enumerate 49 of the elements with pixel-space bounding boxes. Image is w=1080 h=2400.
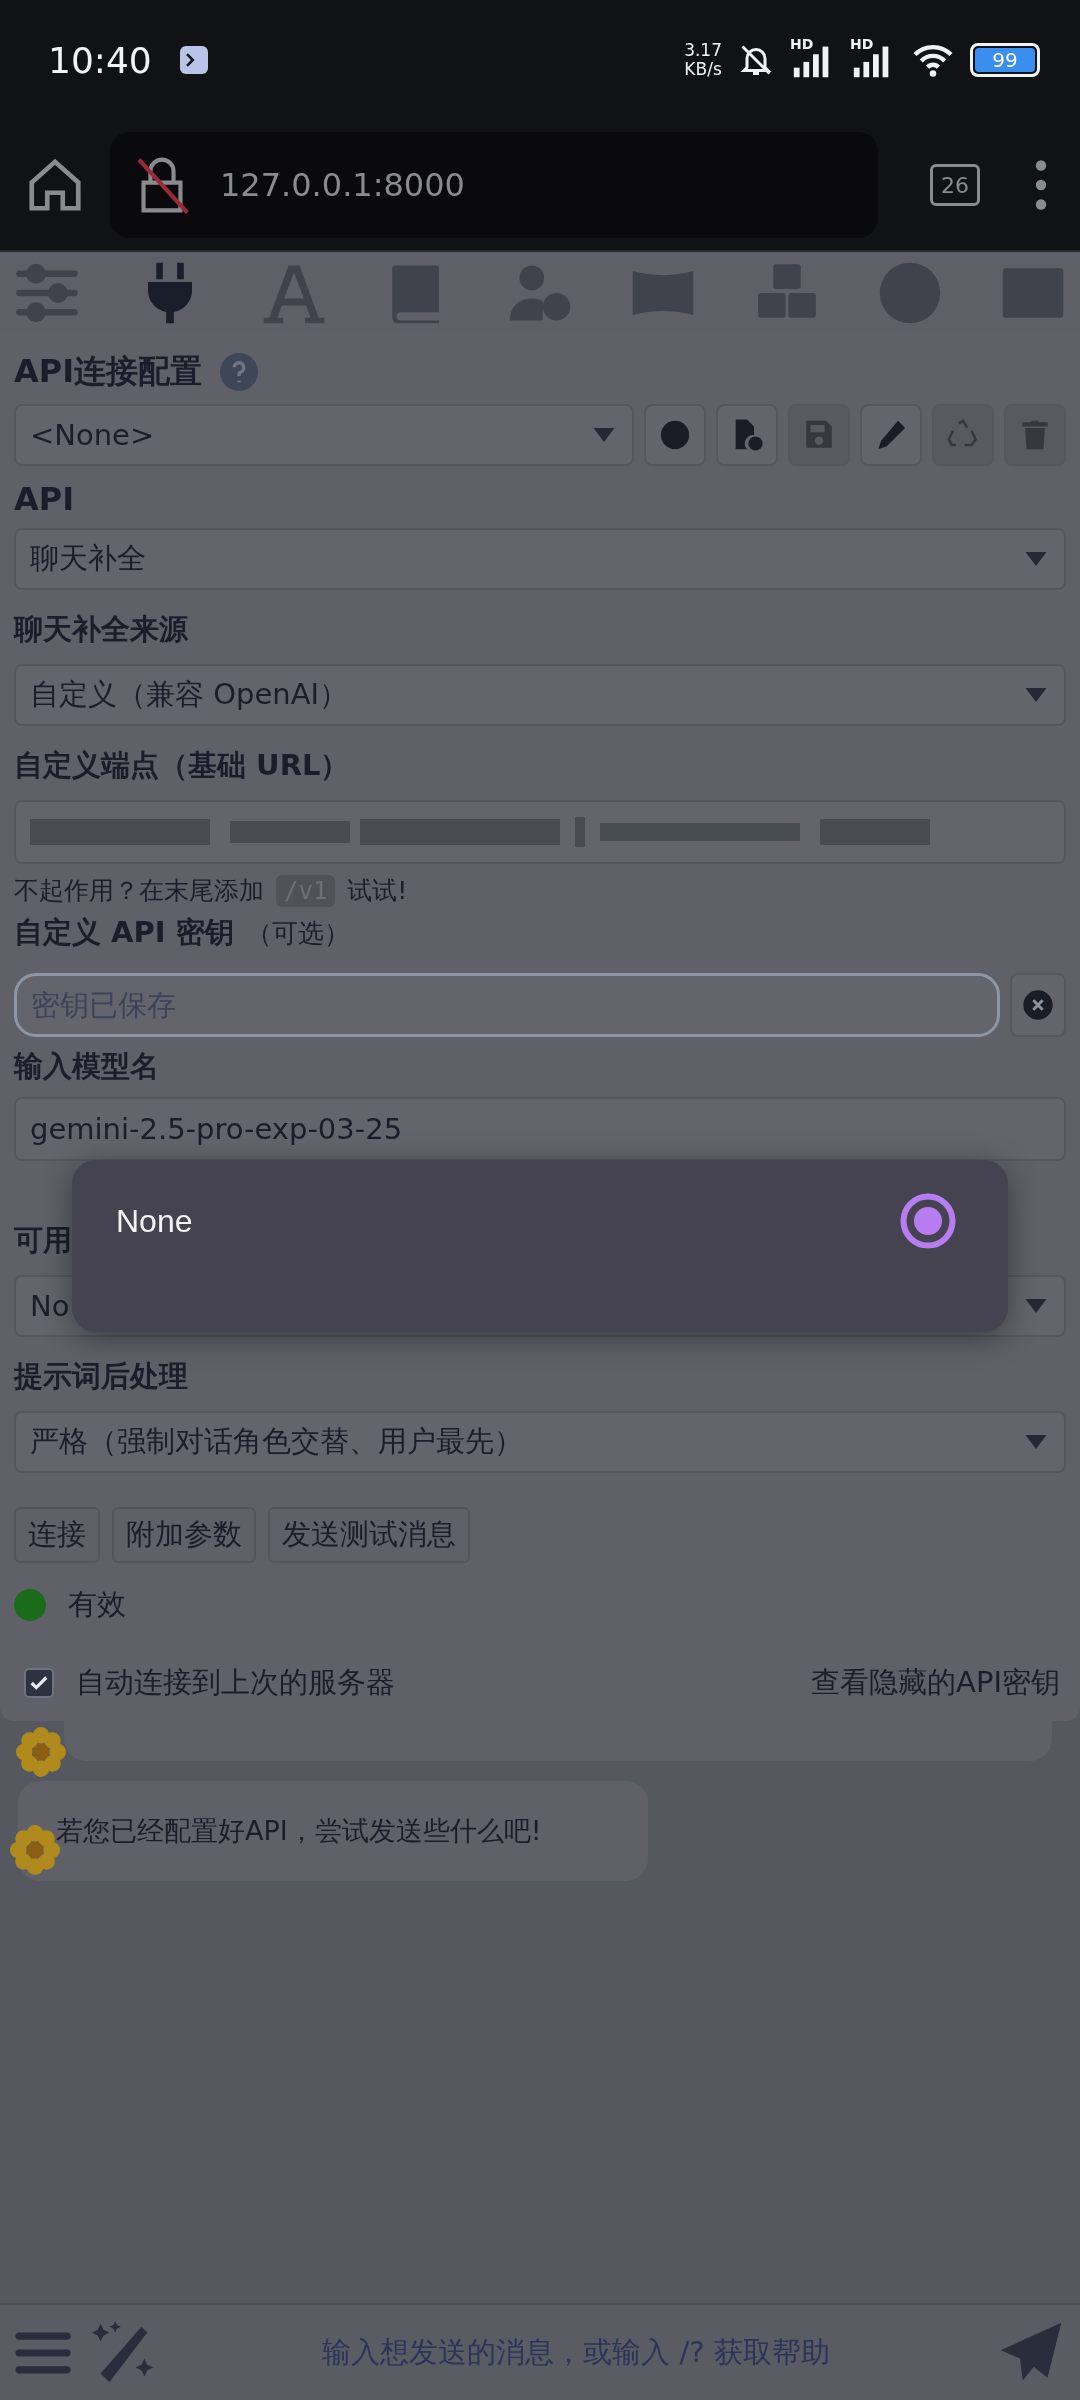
action-button[interactable]: 发送测试消息	[268, 1507, 470, 1563]
caret-icon	[1024, 1435, 1048, 1449]
hint-text: 不起作用？在末尾添加	[14, 875, 264, 907]
action-button[interactable]: 连接	[14, 1507, 100, 1563]
caret-icon	[1024, 552, 1048, 566]
reveal-keys-link[interactable]: 查看隐藏的API密钥	[811, 1663, 1060, 1703]
help-icon[interactable]	[220, 353, 259, 391]
hint-text: 试试!	[347, 875, 408, 907]
terminal-icon	[179, 46, 208, 74]
endpoint-field[interactable]	[14, 800, 1066, 864]
file-plus-button[interactable]	[716, 404, 778, 466]
info-button[interactable]	[644, 404, 706, 466]
checkbox-label: 自动连接到上次的服务器	[76, 1664, 395, 1701]
source-select[interactable]: 自定义（兼容 OpenAI）	[14, 664, 1066, 726]
optional-note: （可选）	[245, 917, 350, 950]
model-field[interactable]: gemini-2.5-pro-exp-03-25	[14, 1097, 1066, 1161]
field-label: 自定义端点（基础 URL）	[14, 747, 351, 784]
close-icon	[1021, 989, 1054, 1021]
field-label: 输入模型名	[14, 1048, 160, 1085]
radio-button[interactable]	[900, 1193, 956, 1249]
status-dot	[14, 1589, 46, 1621]
section-title: API连接配置	[14, 351, 203, 392]
caret-icon	[592, 428, 616, 442]
field-label: 自定义 API 密钥	[14, 914, 234, 951]
message-text: 若您已经配置好API，尝试发送些什么吧!	[56, 1814, 542, 1848]
postprocess-select[interactable]: 严格（强制对话角色交替、用户最先）	[14, 1411, 1066, 1473]
field-label: 提示词后处理	[14, 1358, 189, 1395]
url-text: 127.0.0.1:8000	[220, 166, 465, 204]
clear-button[interactable]	[1009, 973, 1066, 1037]
option-label[interactable]: None	[116, 1202, 193, 1240]
caret-icon	[1024, 688, 1048, 702]
caret-icon	[1024, 1299, 1048, 1313]
checkbox[interactable]	[24, 1668, 54, 1698]
status-text: 有效	[68, 1586, 126, 1623]
clock-time: 10:40	[48, 39, 152, 81]
pencil-button[interactable]	[860, 404, 922, 466]
menu-icon[interactable]	[1034, 159, 1048, 211]
hd-label: HD	[850, 36, 874, 52]
battery-icon: 99	[970, 43, 1040, 77]
api-select[interactable]: 聊天补全	[14, 528, 1066, 590]
field-label: API	[14, 480, 75, 518]
address-bar[interactable]: 127.0.0.1:8000	[110, 132, 878, 238]
field-label: 聊天补全来源	[14, 611, 189, 648]
network-speed: 3.17 KB/s	[684, 41, 722, 79]
hd-label: HD	[790, 36, 814, 52]
tab-count-button[interactable]: 26	[930, 164, 980, 206]
flower-icon	[16, 1727, 66, 1777]
profile-select[interactable]: <None>	[14, 404, 634, 466]
action-button[interactable]: 附加参数	[112, 1507, 256, 1563]
